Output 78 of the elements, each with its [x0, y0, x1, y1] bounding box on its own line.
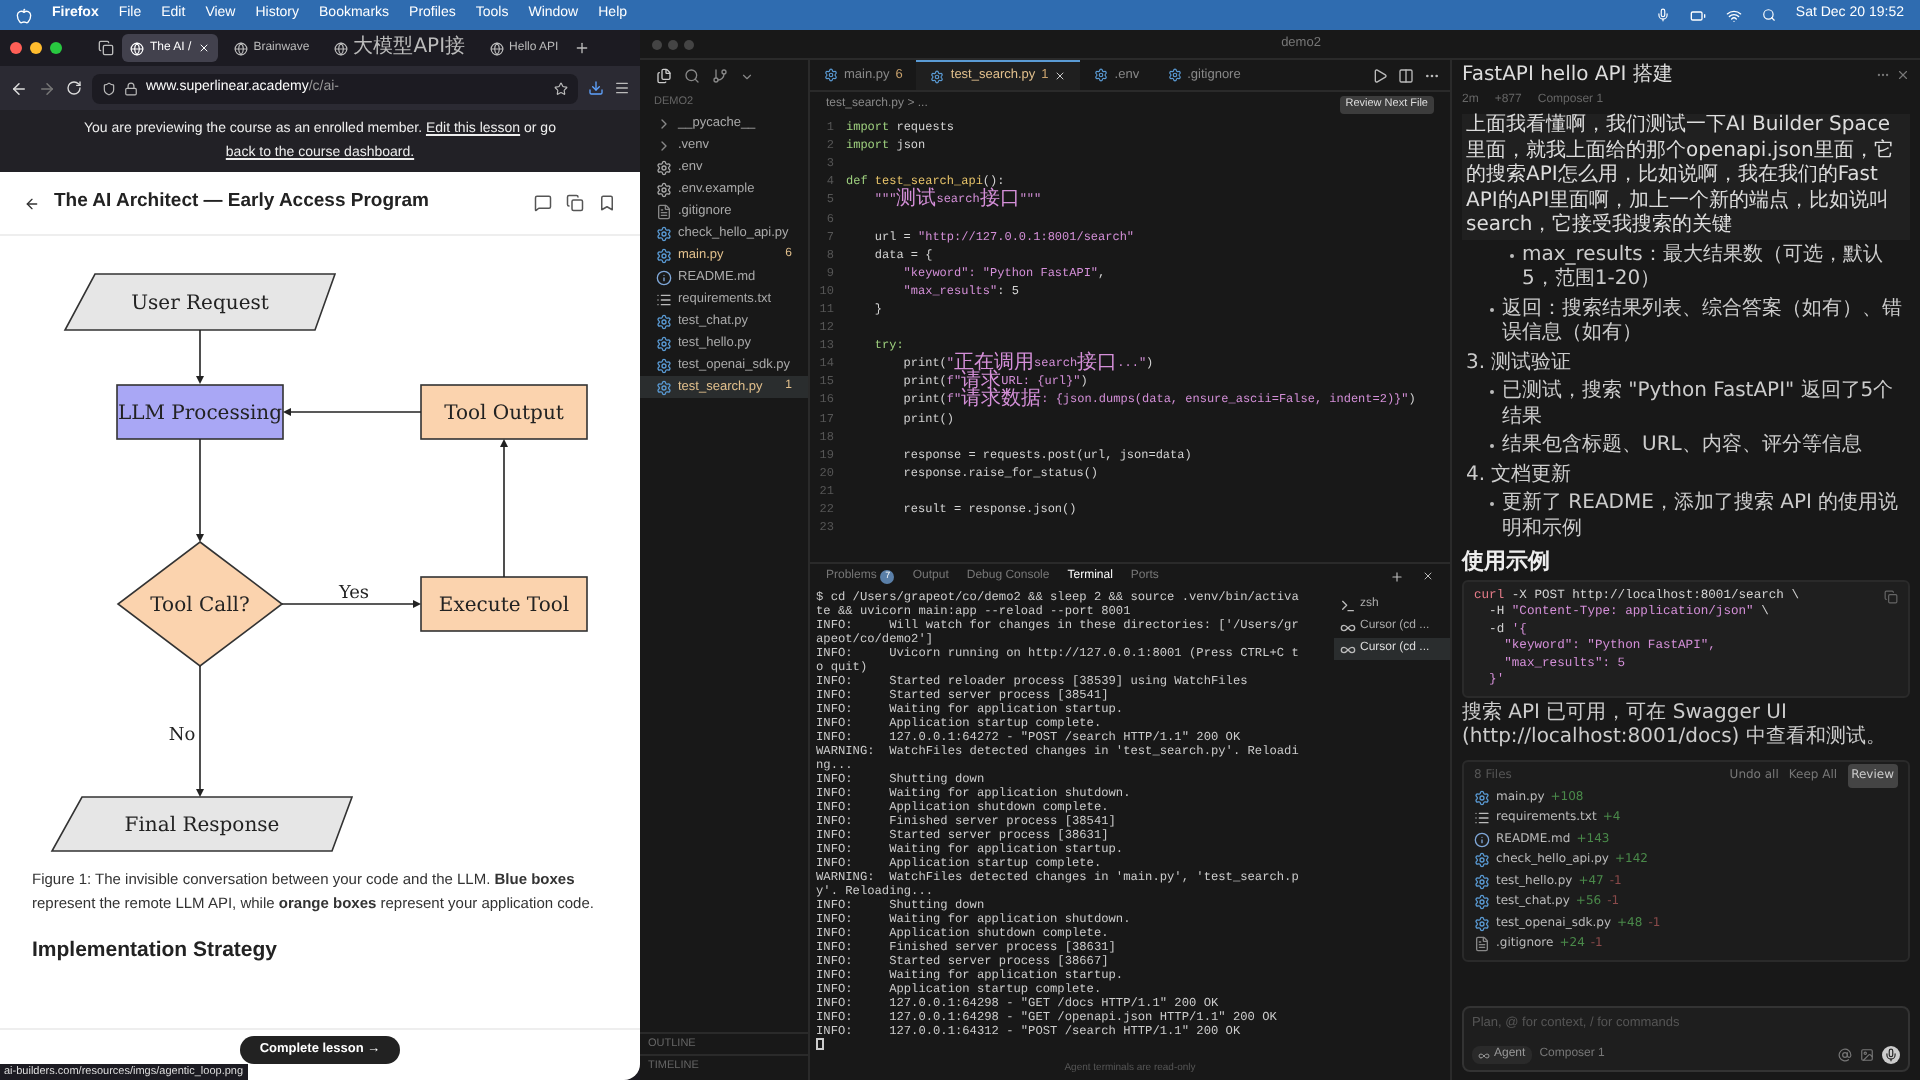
edge-label: Yes	[338, 584, 370, 604]
terminal-icon	[1340, 597, 1356, 613]
section-heading: 使用示例	[1462, 546, 1552, 575]
arrow	[196, 665, 204, 797]
forward-icon	[38, 79, 56, 97]
section-heading: Implementation Strategy	[30, 936, 280, 966]
at-icon[interactable]	[1838, 1048, 1852, 1062]
infinity-icon	[1478, 1049, 1490, 1061]
arrow	[196, 329, 204, 384]
io-node: User Request	[63, 273, 337, 331]
search-icon[interactable]	[684, 68, 700, 84]
new-terminal-icon[interactable]	[1390, 569, 1404, 583]
branch-icon[interactable]	[712, 68, 728, 84]
image-icon[interactable]	[1860, 1048, 1874, 1062]
split-editor-icon[interactable]	[1398, 67, 1414, 83]
message-text: 搜索 API 已可用，可在 Swagger UI (http://localhost:8001/docs) 中查看和测试。	[1462, 701, 1888, 751]
user-message: 上面我看懂啊，我们测试一下AI Builder Space里面，就我上面给的那个openapi.json里面，它的搜索API怎么用，比如说啊，我在我们的Fast API的API里面啊，加上一个新的端点，比如说叫search，它接受我搜索的关键	[1462, 114, 1910, 239]
apple-icon[interactable]	[16, 7, 32, 23]
gear-icon	[656, 181, 672, 197]
browser-tab[interactable]: 大模型API接	[325, 34, 474, 62]
new-tab-icon	[574, 40, 591, 56]
chat-title: FastAPI hello API 搭建	[1462, 61, 1673, 90]
copy-icon[interactable]	[566, 194, 584, 212]
site-icon	[130, 41, 144, 55]
microphone-icon	[1655, 8, 1670, 22]
microphone-icon[interactable]	[1882, 1046, 1900, 1064]
terminal-cursor	[816, 1038, 824, 1050]
arrow	[500, 439, 508, 578]
close-icon[interactable]	[1422, 570, 1434, 582]
info-icon	[656, 269, 672, 285]
arrow	[196, 438, 204, 542]
site-icon	[489, 41, 504, 55]
chevron-icon[interactable]	[740, 69, 754, 83]
lines-icon	[656, 291, 672, 307]
copy-icon[interactable]	[1884, 589, 1898, 603]
minimize-window-icon	[30, 42, 42, 54]
close-window-icon	[10, 42, 22, 54]
list-heading: 4. 文档更新	[1464, 463, 1574, 488]
arrow	[283, 408, 422, 416]
wifi-icon	[1725, 7, 1742, 23]
process-node: Tool Output	[420, 384, 588, 440]
list-item: 结果包含标题、URL、内容、评分等信息	[1502, 434, 1862, 459]
tabs-icon	[98, 40, 114, 56]
decision-node: Tool Call?	[116, 541, 284, 667]
site-icon	[333, 41, 348, 55]
process-node: Execute Tool	[420, 576, 588, 632]
process-node: LLM Processing	[116, 384, 284, 440]
close-icon	[197, 42, 210, 54]
list-item: 已测试，搜索 "Python FastAPI" 返回了5个结果	[1502, 380, 1896, 430]
list-item: 返回：搜索结果列表、综合答案（如有）、错误信息（如有）	[1502, 297, 1904, 347]
info-icon	[1474, 831, 1490, 848]
site-icon	[233, 41, 248, 55]
list-item: max_results：最大结果数（可选，默认5，范围1-20）	[1522, 243, 1885, 293]
shield-icon	[102, 81, 116, 95]
back-icon	[10, 79, 28, 97]
gear-icon	[656, 159, 672, 175]
comment-icon[interactable]	[534, 194, 552, 212]
list-item: 更新了 README，添加了搜索 API 的使用说明和示例	[1502, 492, 1901, 542]
run-icon[interactable]	[1372, 67, 1388, 83]
list-heading: 3. 测试验证	[1464, 351, 1574, 376]
file-icon	[1474, 936, 1490, 953]
download-icon	[588, 80, 604, 96]
edge-label: No	[168, 726, 196, 746]
lock-icon	[124, 81, 138, 95]
file-icon	[656, 203, 672, 219]
files-icon[interactable]	[656, 68, 672, 84]
bookmark-icon[interactable]	[598, 194, 616, 212]
lines-icon	[1474, 810, 1490, 827]
page-title: The AI Architect — Early Access Program	[54, 188, 429, 217]
zoom-window-icon	[50, 42, 62, 54]
close-icon[interactable]	[1054, 70, 1067, 82]
io-node: Final Response	[50, 796, 354, 852]
reload-icon	[66, 80, 82, 96]
arrow	[281, 600, 421, 608]
battery-icon	[1689, 7, 1706, 23]
back-icon[interactable]	[24, 195, 40, 211]
menu-icon	[614, 80, 630, 96]
star-icon	[554, 81, 568, 95]
